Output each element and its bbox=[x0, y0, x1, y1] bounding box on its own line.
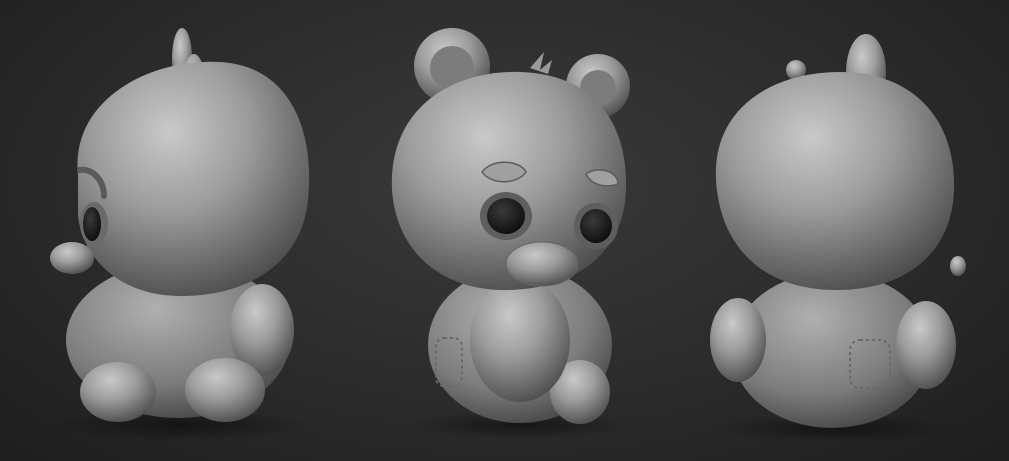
front-eye-left bbox=[487, 198, 525, 234]
back-arm-left bbox=[710, 298, 766, 382]
front-hair-tuft bbox=[530, 52, 552, 74]
bear-back-view bbox=[710, 34, 966, 442]
bear-side-view bbox=[50, 28, 310, 441]
render-viewport bbox=[0, 0, 1009, 461]
back-head bbox=[715, 72, 955, 290]
back-arm-right bbox=[896, 301, 956, 389]
front-brow-left bbox=[481, 161, 527, 183]
side-head bbox=[77, 61, 310, 296]
front-nose bbox=[505, 241, 579, 287]
back-snout bbox=[950, 256, 966, 276]
bear-front-view bbox=[391, 28, 630, 439]
side-snout bbox=[50, 242, 94, 274]
side-leg-left bbox=[80, 362, 156, 422]
side-eye bbox=[83, 207, 101, 241]
side-leg-right bbox=[185, 358, 265, 422]
front-arm bbox=[470, 278, 570, 402]
bear-renders bbox=[50, 28, 966, 442]
front-eye-right bbox=[580, 209, 612, 243]
